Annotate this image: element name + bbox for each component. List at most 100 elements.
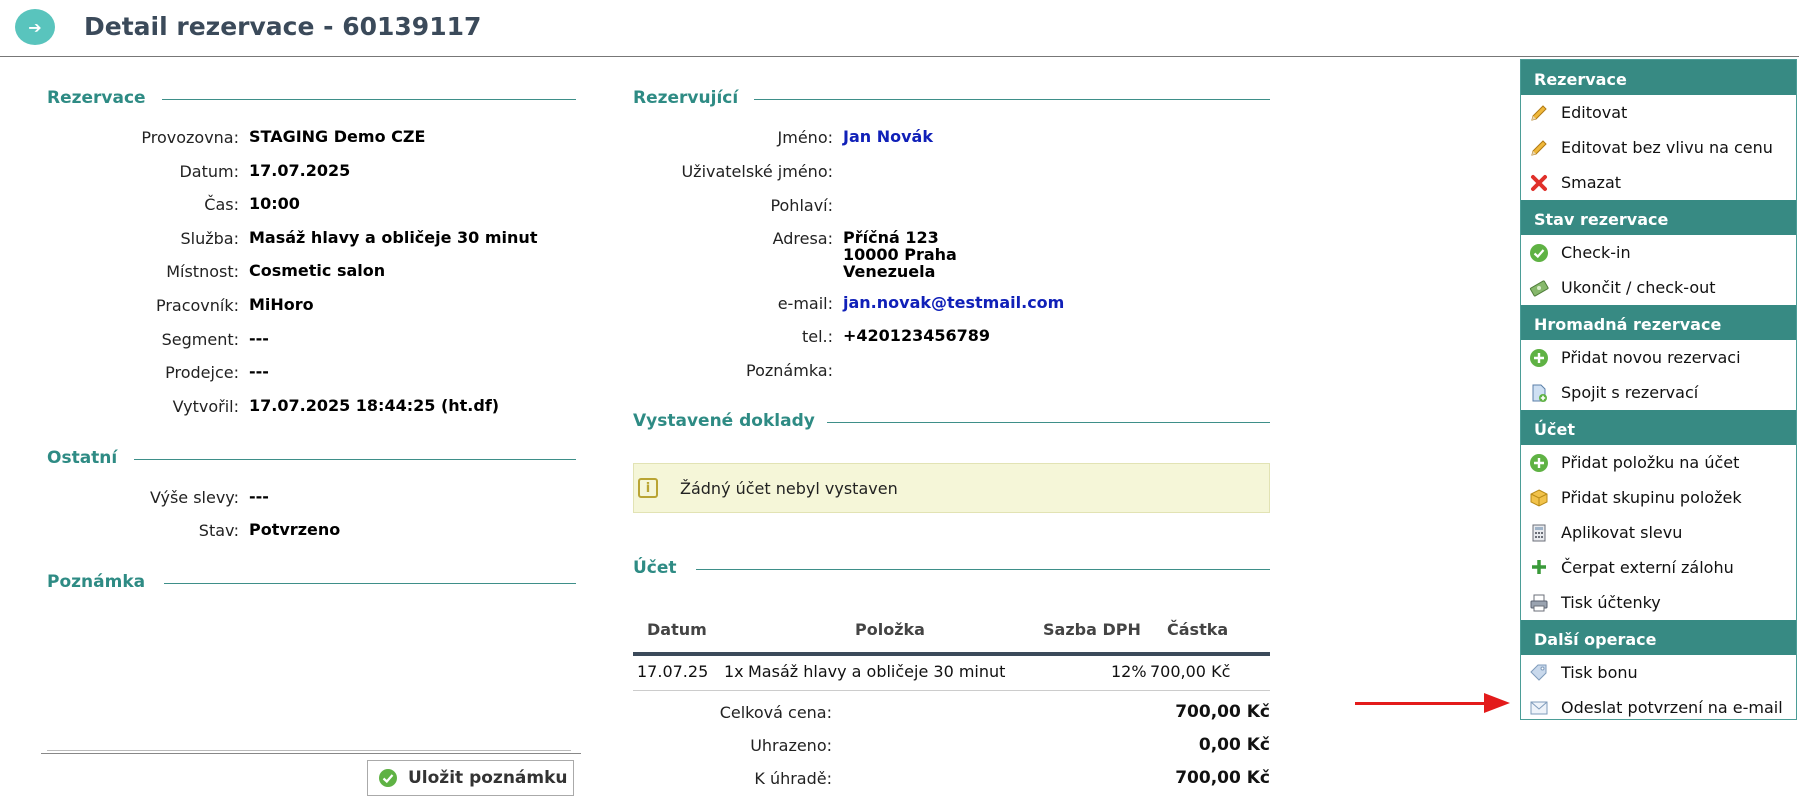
booker-name-link[interactable]: Jan Novák <box>843 128 933 145</box>
envelope-icon <box>1529 698 1549 718</box>
booker-name-row: Jméno: Jan Novák <box>633 128 933 156</box>
section-divider <box>134 459 576 460</box>
section-title-other: Ostatní <box>47 448 118 468</box>
section-divider <box>827 422 1270 423</box>
column-header-date: Datum <box>647 620 707 639</box>
sidebar-item[interactable]: Check-in <box>1521 235 1796 270</box>
sidebar-item-label: Check-in <box>1561 243 1631 262</box>
field-row: Stav: Potvrzeno <box>47 521 340 549</box>
sidebar-item-label: Smazat <box>1561 173 1622 192</box>
sidebar-item-label: Aplikovat slevu <box>1561 523 1683 542</box>
field-row: Služba: Masáž hlavy a obličeje 30 minut <box>47 227 538 257</box>
sidebar-item-label: Tisk účtenky <box>1561 593 1661 612</box>
sidebar-item[interactable]: Editovat bez vlivu na cenu <box>1521 130 1796 165</box>
section-divider <box>696 569 1270 570</box>
add-circle-icon <box>1529 348 1549 368</box>
sidebar-item[interactable]: Ukončit / check-out <box>1521 270 1796 305</box>
field-label: Pracovník: <box>155 296 239 315</box>
sidebar-item[interactable]: Přidat skupinu položek <box>1521 480 1796 515</box>
total-label: Celková cena: <box>719 703 832 722</box>
row-item: Masáž hlavy a obličeje 30 minut <box>748 662 1006 681</box>
package-icon <box>1529 488 1549 508</box>
booker-phone-row: tel.: +420123456789 <box>633 327 990 355</box>
sidebar-item[interactable]: Odeslat potvrzení na e-mail <box>1521 690 1796 725</box>
field-value: --- <box>249 328 269 348</box>
field-label: Stav: <box>198 521 239 540</box>
no-documents-message: Žádný účet nebyl vystaven <box>680 478 898 498</box>
booker-username-row: Uživatelské jméno: <box>633 162 843 190</box>
pencil-icon <box>1529 138 1549 158</box>
actions-sidebar: Rezervace Editovat Editovat bez vlivu na c… <box>1520 59 1797 720</box>
paid-value: 0,00 Kč <box>1198 735 1270 755</box>
section-title-account: Účet <box>633 558 677 578</box>
booker-address-row: Adresa: Příčná 123 10000 Praha Venezuela <box>633 229 957 285</box>
field-label: e-mail: <box>777 294 833 313</box>
field-label: Poznámka: <box>746 361 833 380</box>
field-label: Čas: <box>204 195 239 215</box>
section-divider <box>164 583 576 584</box>
section-title-booker: Rezervující <box>633 88 739 108</box>
save-note-button[interactable]: Uložit poznámku <box>367 760 574 796</box>
annotation-arrow <box>1355 702 1485 705</box>
annotation-arrow-head <box>1484 693 1510 713</box>
sidebar-section-title: Hromadná rezervace <box>1521 305 1796 340</box>
arrow-right-icon[interactable]: ➔ <box>15 9 55 45</box>
sidebar-item-label: Přidat novou rezervaci <box>1561 348 1741 367</box>
address-line: 10000 Praha <box>843 245 957 264</box>
field-label: Místnost: <box>166 262 239 282</box>
field-value: STAGING Demo CZE <box>249 127 426 146</box>
field-row: Vytvořil: 17.07.2025 18:44:25 (ht.df) <box>47 397 499 425</box>
sidebar-section-title: Další operace <box>1521 620 1796 655</box>
field-value: 10:00 <box>249 194 300 214</box>
section-title-reservation: Rezervace <box>47 88 146 108</box>
sidebar-item-label: Přidat skupinu položek <box>1561 488 1742 507</box>
page-title: Detail rezervace - 60139117 <box>84 12 482 41</box>
field-value: --- <box>249 487 269 506</box>
field-value: 17.07.2025 18:44:25 (ht.df) <box>249 395 500 415</box>
column-header-item: Položka <box>855 620 925 639</box>
field-row: Výše slevy: --- <box>47 488 269 516</box>
field-label: Jméno: <box>777 128 833 147</box>
field-row: Místnost: Cosmetic salon <box>47 262 385 290</box>
section-divider <box>754 99 1270 100</box>
field-row: Datum: 17.07.2025 <box>47 162 350 190</box>
sidebar-item[interactable]: Tisk účtenky <box>1521 585 1796 620</box>
field-label: Segment: <box>161 329 239 349</box>
paid-label: Uhrazeno: <box>750 736 832 755</box>
info-icon: i <box>638 478 658 498</box>
calculator-icon <box>1529 523 1549 543</box>
section-title-documents: Vystavené doklady <box>633 411 815 431</box>
row-amount: 700,00 Kč <box>1150 662 1231 681</box>
sidebar-item[interactable]: Smazat <box>1521 165 1796 200</box>
field-value: 17.07.2025 <box>249 160 351 180</box>
field-value: Cosmetic salon <box>249 261 386 281</box>
booker-gender-row: Pohlaví: <box>633 196 843 224</box>
sidebar-item[interactable]: Tisk bonu <box>1521 655 1796 690</box>
sidebar-item[interactable]: Čerpat externí zálohu <box>1521 550 1796 585</box>
booker-email-link[interactable]: jan.novak@testmail.com <box>843 294 1064 311</box>
field-row: Segment: --- <box>47 330 269 358</box>
field-value: Potvrzeno <box>249 520 341 539</box>
note-textarea[interactable] <box>47 606 571 751</box>
sidebar-item-label: Editovat <box>1561 103 1628 122</box>
sidebar-item[interactable]: Přidat položku na účet <box>1521 445 1796 480</box>
sidebar-item[interactable]: Přidat novou rezervaci <box>1521 340 1796 375</box>
field-value: MiHoro <box>249 295 314 314</box>
section-divider <box>162 99 576 100</box>
sidebar-section-title: Rezervace <box>1521 60 1796 95</box>
sidebar-item[interactable]: Aplikovat slevu <box>1521 515 1796 550</box>
sidebar-item[interactable]: Spojit s rezervací <box>1521 375 1796 410</box>
table-header-rule <box>633 652 1270 656</box>
check-circle-icon <box>1529 243 1549 263</box>
column-header-vat: Sazba DPH <box>1043 620 1141 639</box>
sidebar-item[interactable]: Editovat <box>1521 95 1796 130</box>
field-label: tel.: <box>801 327 833 346</box>
printer-icon <box>1529 593 1549 613</box>
column-header-amount: Částka <box>1167 620 1229 639</box>
field-label: Uživatelské jméno: <box>681 162 833 181</box>
field-value: --- <box>249 362 269 382</box>
field-value: Masáž hlavy a obličeje 30 minut <box>249 227 538 247</box>
field-label: Výše slevy: <box>149 488 239 507</box>
row-vat: 12% <box>1111 662 1147 681</box>
field-label: Vytvořil: <box>172 396 239 416</box>
